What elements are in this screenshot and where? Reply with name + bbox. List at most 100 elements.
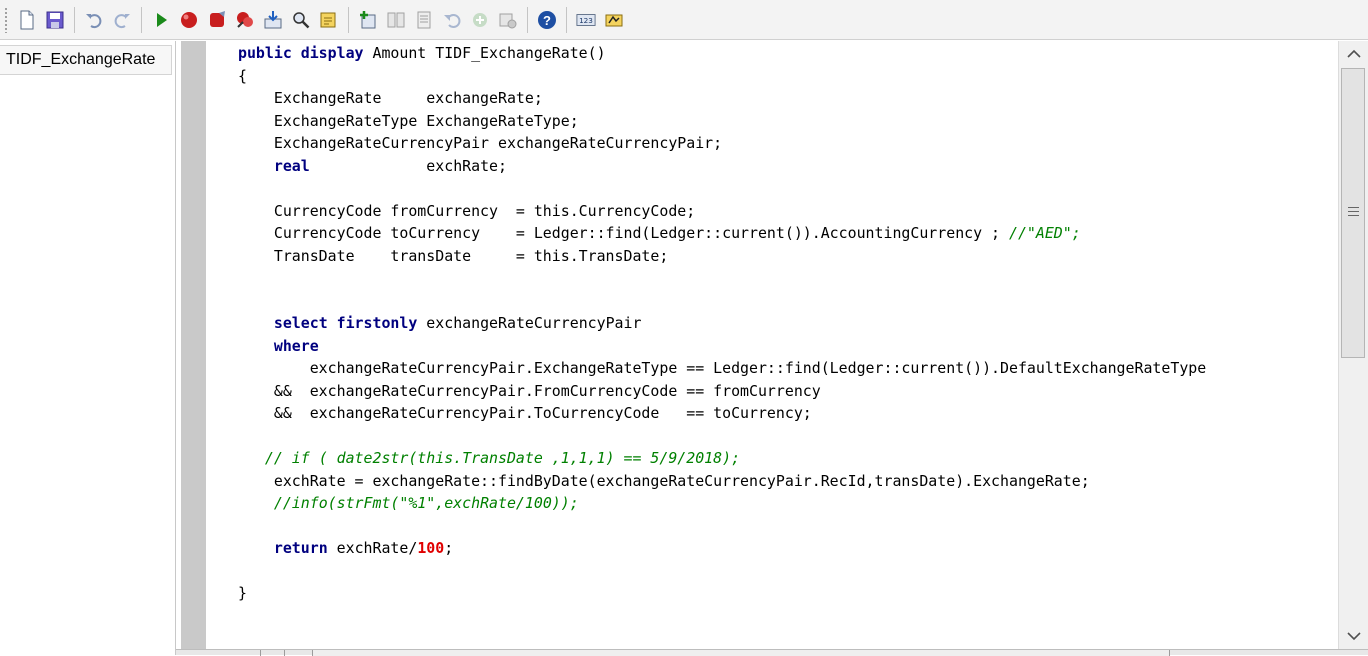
macro-button[interactable] <box>602 8 626 32</box>
bottom-divider <box>260 650 261 656</box>
code-token: CurrencyCode toCurrency = Ledger::find(L… <box>238 224 1009 242</box>
find-icon <box>293 11 310 28</box>
code-text[interactable]: public display Amount TIDF_ExchangeRate(… <box>238 42 1206 605</box>
breakpoint-button[interactable] <box>177 8 201 32</box>
code-token: ExchangeRate exchangeRate; <box>238 89 543 107</box>
compare-button[interactable] <box>384 8 408 32</box>
code-line[interactable]: ExchangeRate exchangeRate; <box>238 87 1206 110</box>
code-comment: // if ( date2str(this.TransDate ,1,1,1) … <box>264 449 741 467</box>
settings-icon <box>499 13 517 28</box>
toolbar-separator <box>566 6 567 33</box>
stop-button[interactable] <box>205 8 229 32</box>
undo-button[interactable] <box>82 8 106 32</box>
add-item-button[interactable] <box>356 8 380 32</box>
method-tab[interactable]: TIDF_ExchangeRate <box>0 45 172 75</box>
code-line[interactable] <box>238 425 1206 448</box>
code-line[interactable] <box>238 290 1206 313</box>
code-line[interactable]: ExchangeRateCurrencyPair exchangeRateCur… <box>238 132 1206 155</box>
go-back-button[interactable] <box>440 8 464 32</box>
code-line[interactable]: // if ( date2str(this.TransDate ,1,1,1) … <box>238 447 1206 470</box>
save-button[interactable] <box>43 8 67 32</box>
code-line[interactable] <box>238 515 1206 538</box>
lookup-button[interactable] <box>317 8 341 32</box>
code-editor[interactable]: public display Amount TIDF_ExchangeRate(… <box>206 41 1338 649</box>
new-document-button[interactable] <box>15 8 39 32</box>
code-line[interactable]: exchRate = exchangeRate::findByDate(exch… <box>238 470 1206 493</box>
code-line[interactable]: return exchRate/100; <box>238 537 1206 560</box>
add-circle-button[interactable] <box>468 8 492 32</box>
code-line[interactable]: where <box>238 335 1206 358</box>
code-line[interactable]: //info(strFmt("%1",exchRate/100)); <box>238 492 1206 515</box>
code-token: } <box>238 584 247 602</box>
code-line[interactable]: exchangeRateCurrencyPair.ExchangeRateTyp… <box>238 357 1207 380</box>
breakpoint-icon <box>181 11 197 28</box>
toolbar-separator <box>527 6 528 33</box>
line-numbers-label: 123 <box>579 16 593 25</box>
code-line[interactable]: TransDate transDate = this.TransDate; <box>238 245 1206 268</box>
code-line[interactable] <box>238 177 1206 200</box>
method-tree-panel: TIDF_ExchangeRate <box>0 41 176 655</box>
toolbar-separator <box>141 6 142 33</box>
editor-gutter[interactable] <box>181 41 206 649</box>
code-token: CurrencyCode fromCurrency = this.Currenc… <box>238 201 696 220</box>
code-line[interactable]: CurrencyCode fromCurrency = this.Currenc… <box>238 200 1206 223</box>
code-keyword: real <box>273 156 310 175</box>
stop-icon <box>210 10 225 27</box>
vertical-scrollbar[interactable] <box>1338 41 1368 649</box>
code-line[interactable]: && exchangeRateCurrencyPair.ToCurrencyCo… <box>238 402 1206 425</box>
code-line[interactable] <box>238 267 1206 290</box>
import-button[interactable] <box>261 8 285 32</box>
settings-button[interactable] <box>496 8 520 32</box>
code-line[interactable] <box>238 560 1206 583</box>
scroll-down-arrow-icon <box>1346 632 1361 641</box>
run-icon <box>157 12 167 27</box>
code-token: exchangeRateCurrencyPair.ExchangeRateTyp… <box>238 359 1207 377</box>
save-icon <box>46 11 64 28</box>
remove-breakpoints-icon <box>237 11 253 28</box>
toolbar-grip[interactable] <box>4 6 9 33</box>
new-document-icon <box>20 10 34 29</box>
code-token: && exchangeRateCurrencyPair.FromCurrency… <box>238 381 821 400</box>
undo-icon <box>86 13 102 28</box>
scripts-button[interactable] <box>412 8 436 32</box>
line-numbers-button[interactable]: 123 <box>574 8 598 32</box>
help-icon: ? <box>538 10 556 29</box>
remove-breakpoints-button[interactable] <box>233 8 257 32</box>
code-keyword: public display <box>238 44 364 62</box>
code-line[interactable]: { <box>238 65 1206 88</box>
code-line[interactable]: && exchangeRateCurrencyPair.FromCurrency… <box>238 380 1206 403</box>
run-button[interactable] <box>149 8 173 32</box>
code-token: TransDate transDate = this.TransDate; <box>238 246 669 265</box>
scripts-icon <box>417 11 431 28</box>
code-token: exchRate; <box>309 156 507 175</box>
toolbar-separator <box>74 6 75 33</box>
code-line[interactable]: CurrencyCode toCurrency = Ledger::find(L… <box>238 222 1206 245</box>
scroll-down-button[interactable] <box>1339 623 1368 649</box>
code-line[interactable]: public display Amount TIDF_ExchangeRate(… <box>238 42 1206 65</box>
code-line[interactable]: } <box>238 582 1206 605</box>
code-line[interactable]: select firstonly exchangeRateCurrencyPai… <box>238 312 1206 335</box>
find-button[interactable] <box>289 8 313 32</box>
scrollbar-thumb[interactable] <box>1341 68 1365 358</box>
code-line[interactable]: real exchRate; <box>238 155 1206 178</box>
bottom-strip <box>176 649 1368 656</box>
toolbar: ? 123 <box>0 0 1368 40</box>
redo-button[interactable] <box>110 8 134 32</box>
code-comment: //"AED"; <box>1008 224 1081 242</box>
code-keyword: select firstonly <box>273 314 418 332</box>
help-button[interactable]: ? <box>535 8 559 32</box>
compare-icon <box>387 12 405 27</box>
code-comment: //info(strFmt("%1",exchRate/100)); <box>273 494 579 512</box>
scroll-up-button[interactable] <box>1339 41 1368 67</box>
code-keyword: where <box>273 336 319 355</box>
code-line[interactable]: ExchangeRateType ExchangeRateType; <box>238 110 1206 133</box>
horizontal-scrollbar[interactable] <box>312 650 1170 656</box>
